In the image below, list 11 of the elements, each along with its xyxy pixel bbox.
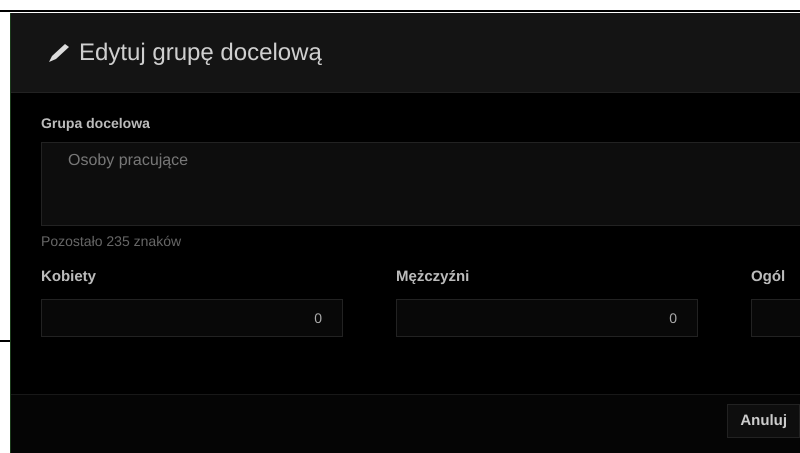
character-counter: Pozostało 235 znaków xyxy=(41,232,182,251)
pencil-icon xyxy=(47,42,71,64)
field-label: Ogól xyxy=(751,267,786,287)
cancel-button[interactable]: Anuluj xyxy=(727,404,800,438)
group-textarea[interactable]: Osoby pracujące xyxy=(41,142,800,226)
number-field[interactable]: 0 xyxy=(41,298,343,336)
dialog-title: Edytuj grupę docelową xyxy=(79,38,322,68)
field-label: Kobiety xyxy=(41,267,98,287)
field-label: Grupa docelowa xyxy=(41,114,151,133)
field-label: Mężczyźni xyxy=(396,267,470,287)
number-field[interactable]: 0 xyxy=(396,298,698,336)
